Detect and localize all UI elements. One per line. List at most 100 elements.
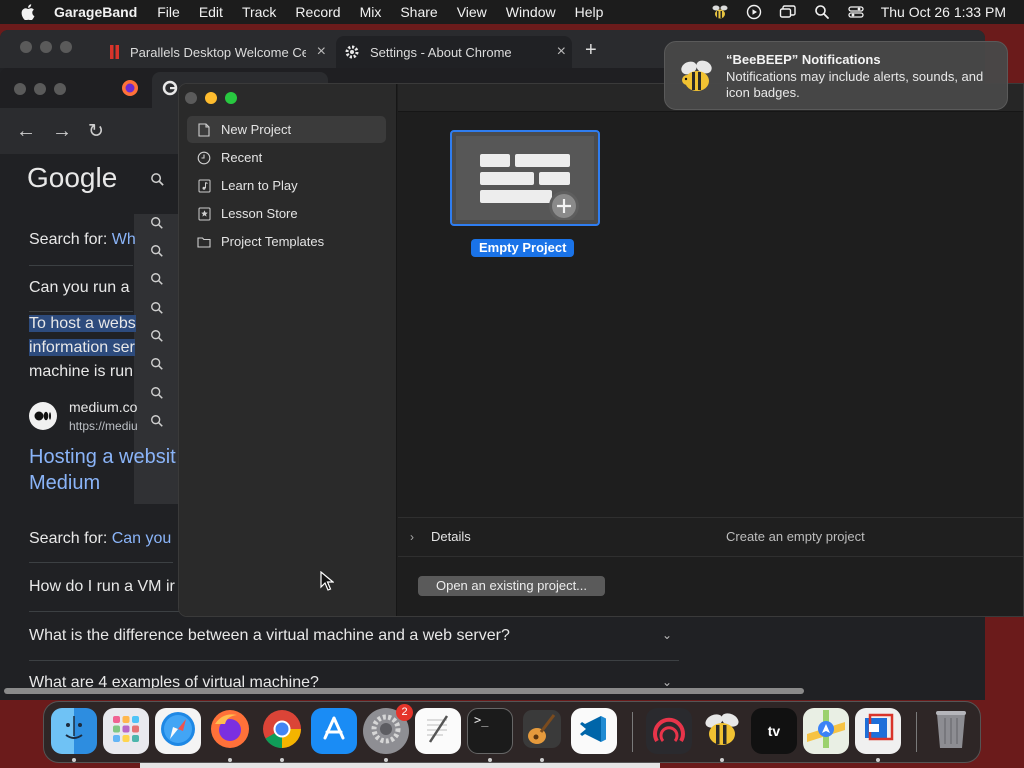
minimize-button[interactable] xyxy=(34,83,46,95)
search-icon[interactable] xyxy=(150,386,164,403)
menu-track[interactable]: Track xyxy=(242,4,276,20)
dock-launchpad[interactable] xyxy=(103,708,149,754)
search-icon[interactable] xyxy=(150,414,164,431)
close-tab-icon[interactable]: × xyxy=(317,43,326,61)
people-also-ask-question[interactable]: Can you run a xyxy=(29,279,130,297)
faq-question[interactable]: What is the difference between a virtual… xyxy=(29,627,510,645)
screen-mirroring-icon[interactable] xyxy=(779,3,797,21)
search-icon[interactable] xyxy=(150,357,164,374)
sidebar-item-lesson-store[interactable]: Lesson Store xyxy=(187,200,386,227)
empty-project-template[interactable] xyxy=(450,130,600,226)
dock: 2 >_ tv xyxy=(43,701,981,763)
spotlight-search-icon[interactable] xyxy=(813,3,831,21)
search-icon[interactable] xyxy=(150,244,164,261)
minimize-button[interactable] xyxy=(205,92,217,104)
menu-window[interactable]: Window xyxy=(506,4,556,20)
close-button[interactable] xyxy=(14,83,26,95)
horizontal-scrollbar[interactable] xyxy=(4,688,804,694)
faq-question[interactable]: How do I run a VM ir xyxy=(29,578,175,596)
chevron-down-icon[interactable]: ⌄ xyxy=(662,675,672,689)
divider xyxy=(29,660,679,661)
menu-app-name[interactable]: GarageBand xyxy=(54,4,137,20)
search-icon[interactable] xyxy=(150,301,164,318)
dock-safari[interactable] xyxy=(155,708,201,754)
menu-share[interactable]: Share xyxy=(400,4,437,20)
menu-help[interactable]: Help xyxy=(575,4,604,20)
details-label[interactable]: Details xyxy=(431,529,471,544)
dock-parallels-desktop[interactable] xyxy=(855,708,901,754)
dock-maps[interactable] xyxy=(803,708,849,754)
forward-arrow-icon[interactable]: → xyxy=(52,120,72,143)
tab-settings-about-chrome[interactable]: Settings - About Chrome × xyxy=(336,36,572,68)
back-arrow-icon[interactable]: ← xyxy=(16,120,36,143)
chevron-right-icon[interactable]: › xyxy=(410,530,414,544)
search-for-suggestion[interactable]: Search for: Wh xyxy=(29,231,136,249)
dock-system-settings[interactable]: 2 xyxy=(363,704,413,754)
search-icon[interactable] xyxy=(150,216,164,233)
search-for-suggestion[interactable]: Search for: Can you xyxy=(29,530,171,548)
search-for-link[interactable]: Can you xyxy=(112,530,172,547)
menu-view[interactable]: View xyxy=(457,4,487,20)
dock-app-store[interactable] xyxy=(311,708,357,754)
dock-beebeep[interactable] xyxy=(699,708,745,754)
menu-mix[interactable]: Mix xyxy=(360,4,382,20)
menu-file[interactable]: File xyxy=(157,4,180,20)
apple-tv-icon: tv xyxy=(767,723,781,739)
trash-icon xyxy=(933,708,969,755)
search-for-link[interactable]: Wh xyxy=(112,231,136,248)
desktop-strip xyxy=(140,763,660,768)
beebeep-notification[interactable]: “BeeBEEP” Notifications Notifications ma… xyxy=(664,41,1008,110)
textedit-pen-icon xyxy=(421,712,455,751)
reload-icon[interactable]: ↻ xyxy=(88,120,104,143)
empty-project-label[interactable]: Empty Project xyxy=(471,239,575,257)
beebeep-status-icon[interactable] xyxy=(711,3,729,21)
menu-edit[interactable]: Edit xyxy=(199,4,223,20)
zoom-button[interactable] xyxy=(54,83,66,95)
vscode-icon xyxy=(577,712,611,751)
sidebar-item-new-project[interactable]: New Project xyxy=(187,116,386,143)
close-button[interactable] xyxy=(20,41,32,53)
dock-apple-tv[interactable]: tv xyxy=(751,708,797,754)
sidebar-item-learn-to-play[interactable]: Learn to Play xyxy=(187,172,386,199)
chevron-down-icon[interactable]: ⌄ xyxy=(662,628,672,642)
dock-parallels[interactable] xyxy=(646,708,692,754)
sidebar-item-label: Learn to Play xyxy=(221,178,298,193)
control-center-icon[interactable] xyxy=(847,3,865,21)
dock-garageband[interactable] xyxy=(519,708,565,754)
search-icon[interactable] xyxy=(150,272,164,289)
close-button[interactable] xyxy=(185,92,197,104)
search-icon[interactable] xyxy=(150,329,164,346)
firefox-icon xyxy=(209,708,251,755)
apple-menu-icon[interactable] xyxy=(18,2,38,22)
sidebar-item-recent[interactable]: Recent xyxy=(187,144,386,171)
safari-compass-icon xyxy=(159,710,197,753)
highlighted-snippet-text: To host a webs xyxy=(29,315,136,332)
result-title-link[interactable]: Medium xyxy=(29,472,100,495)
minimize-button[interactable] xyxy=(40,41,52,53)
menu-bar-clock[interactable]: Thu Oct 26 1:33 PM xyxy=(881,4,1006,20)
close-tab-icon[interactable]: × xyxy=(557,43,566,61)
play-circle-icon[interactable] xyxy=(745,3,763,21)
dock-trash[interactable] xyxy=(928,708,974,754)
launchpad-grid-icon xyxy=(109,712,143,751)
dock-chrome[interactable] xyxy=(259,708,305,754)
google-logo[interactable]: Google xyxy=(27,162,117,194)
dock-textedit[interactable] xyxy=(415,708,461,754)
zoom-button[interactable] xyxy=(225,92,237,104)
menu-record[interactable]: Record xyxy=(295,4,340,20)
dock-firefox[interactable] xyxy=(207,708,253,754)
result-title-link[interactable]: Hosting a websit xyxy=(29,446,176,469)
sidebar-item-project-templates[interactable]: Project Templates xyxy=(187,228,386,255)
dock-terminal[interactable]: >_ xyxy=(467,708,513,754)
running-indicator xyxy=(720,758,724,762)
open-existing-project-button[interactable]: Open an existing project... xyxy=(418,576,605,596)
dock-visual-studio-code[interactable] xyxy=(571,708,617,754)
tab-firefox[interactable] xyxy=(110,72,150,108)
details-disclosure[interactable]: › Details Create an empty project xyxy=(398,517,1023,557)
new-tab-button[interactable]: + xyxy=(585,39,597,62)
tab-parallels-welcome[interactable]: Parallels Desktop Welcome Ce × xyxy=(100,36,332,68)
dock-finder[interactable] xyxy=(51,708,97,754)
zoom-button[interactable] xyxy=(60,41,72,53)
search-icon[interactable] xyxy=(150,172,165,192)
garageband-project-chooser: New Project Recent Learn to Play Lesson … xyxy=(178,83,1024,617)
